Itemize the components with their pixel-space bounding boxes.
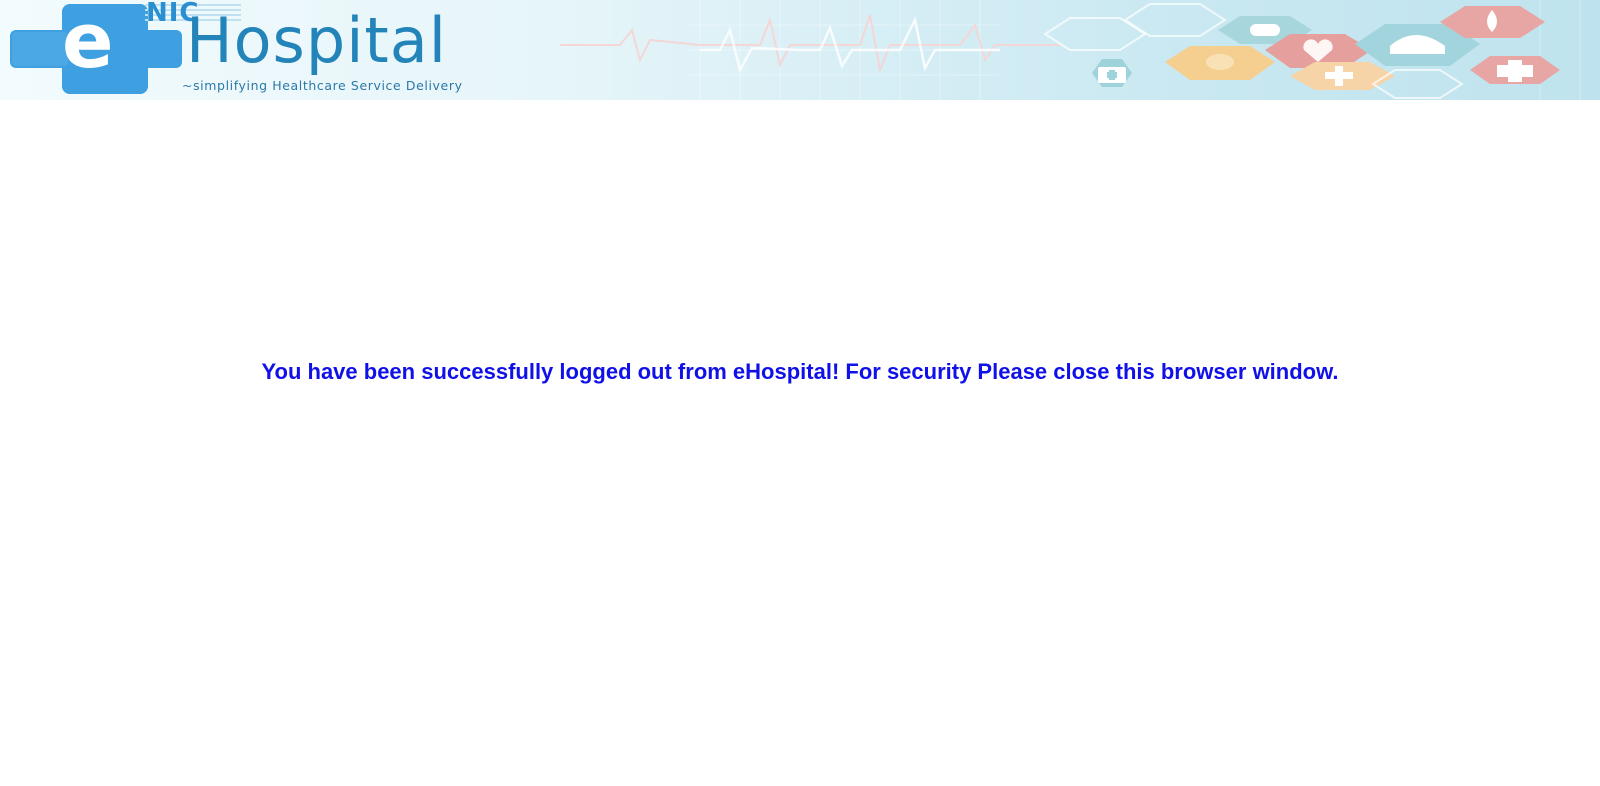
medical-cross-icon: [1470, 56, 1560, 84]
logo-letter-e: e: [62, 0, 114, 85]
heartbeat-line: [560, 14, 1060, 74]
logout-message: You have been successfully logged out fr…: [261, 359, 1339, 384]
logo-tagline: ~simplifying Healthcare Service Delivery: [182, 78, 463, 93]
logo-wordmark: Hospital: [186, 4, 447, 77]
first-aid-kit-icon: [1092, 59, 1132, 87]
pill-icon: [1165, 46, 1275, 80]
header-banner: e NIC Hospital ~simplifying Healthcare S…: [0, 0, 1600, 100]
